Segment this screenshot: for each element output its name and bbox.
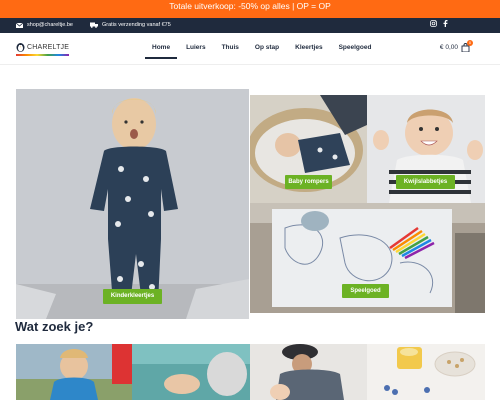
shipping-text: Gratis verzending vanaf €75 [102, 22, 171, 28]
tile-kwijlslabbetjes[interactable]: Kwijlslabbetjes [367, 95, 485, 203]
social-links [430, 20, 448, 27]
category-tile-1[interactable] [16, 344, 132, 400]
truck-icon [90, 22, 98, 28]
cart-count-badge: 0 [467, 40, 473, 46]
category-tile-3[interactable] [250, 344, 367, 400]
tile-speelgoed[interactable]: Speelgoed [250, 203, 485, 313]
main-nav: Home Luiers Thuis Op stap Kleertjes Spee… [145, 33, 380, 65]
speelgoed-button[interactable]: Speelgoed [342, 284, 389, 298]
nav-item-home[interactable]: Home [145, 33, 178, 59]
category-photo-4 [367, 344, 485, 400]
nav-item-luiers[interactable]: Luiers [179, 33, 213, 59]
nav-item-thuis[interactable]: Thuis [215, 33, 246, 59]
kinderkleertjes-photo [16, 89, 249, 319]
logo[interactable]: CHARELTJE [16, 42, 70, 56]
shipping-item: Gratis verzending vanaf €75 [90, 21, 171, 29]
site-header: CHARELTJE Home Luiers Thuis Op stap Klee… [0, 33, 500, 65]
facebook-icon[interactable] [443, 20, 448, 27]
penguin-logo-icon [16, 43, 25, 52]
kinderkleertjes-button[interactable]: Kinderkleertjes [103, 289, 162, 304]
email-item[interactable]: shop@chareltje.be [16, 21, 73, 29]
tile-baby-rompers[interactable]: Baby rompers [250, 95, 367, 203]
tile-kinderkleertjes[interactable]: Kinderkleertjes [16, 89, 249, 319]
cart-button[interactable]: € 0,00 0 [439, 40, 473, 53]
baby-rompers-button[interactable]: Baby rompers [285, 175, 332, 189]
promo-bar: Totale uitverkoop: -50% op alles | OP = … [0, 0, 500, 18]
category-tile-2[interactable] [132, 344, 250, 400]
nav-item-speelgoed[interactable]: Speelgoed [332, 33, 379, 59]
logo-rainbow [16, 54, 69, 56]
category-photo-3 [250, 344, 367, 400]
category-photo-2 [132, 344, 250, 400]
mail-icon [16, 22, 23, 28]
cart-bag: 0 [461, 40, 473, 53]
nav-item-op-stap[interactable]: Op stap [248, 33, 286, 59]
instagram-icon[interactable] [430, 20, 437, 27]
promo-text: Totale uitverkoop: -50% op alles | OP = … [169, 1, 331, 11]
logo-text: CHARELTJE [27, 43, 70, 51]
section-title: Wat zoek je? [15, 319, 94, 334]
kwijlslabbetjes-button[interactable]: Kwijlslabbetjes [396, 175, 455, 189]
cart-total: € 0,00 [439, 44, 458, 51]
info-bar: shop@chareltje.be Gratis verzending vana… [0, 18, 500, 33]
email-text: shop@chareltje.be [27, 22, 73, 28]
nav-item-kleertjes[interactable]: Kleertjes [288, 33, 329, 59]
category-tile-4[interactable] [367, 344, 485, 400]
category-photo-1 [16, 344, 132, 400]
